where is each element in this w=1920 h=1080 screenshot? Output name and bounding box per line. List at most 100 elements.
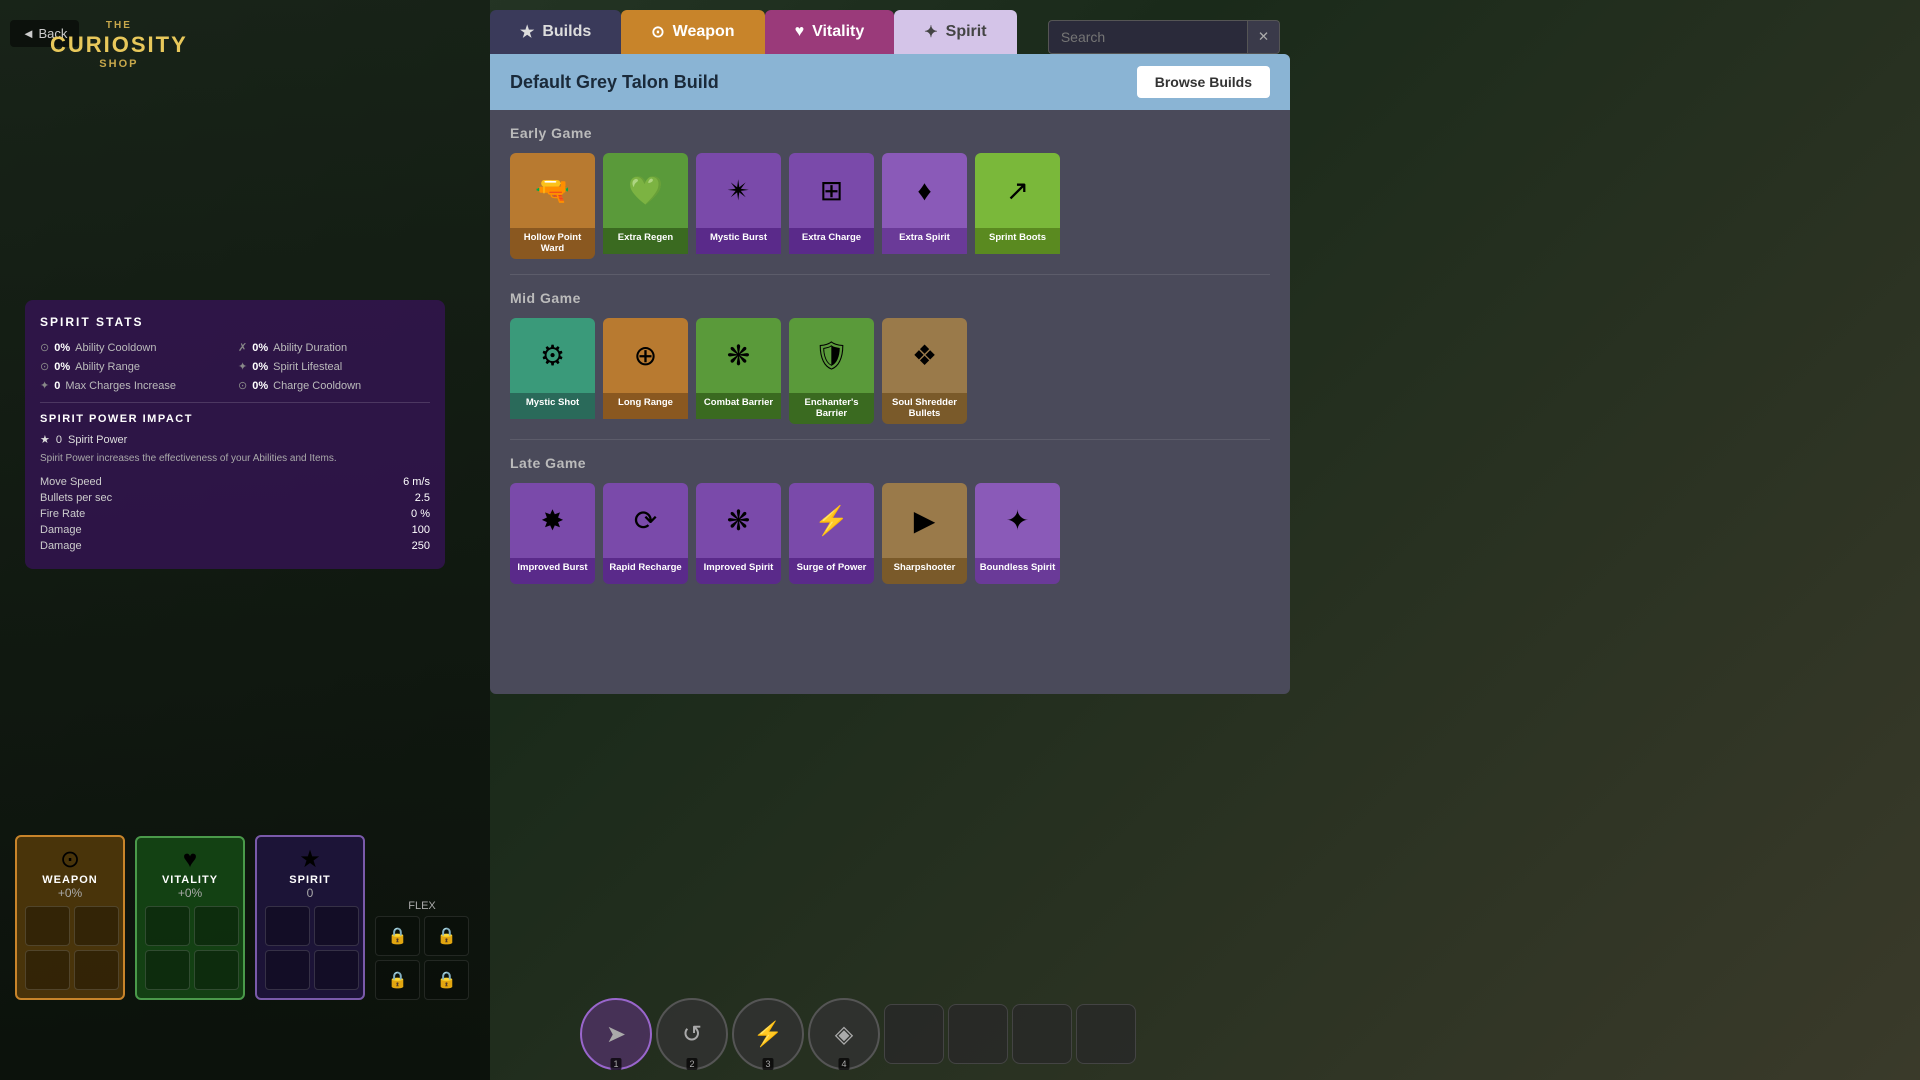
spirit-tab-icon: ✦	[924, 22, 937, 42]
item-long-range[interactable]: ⊕ Long Range	[603, 318, 688, 424]
sharpshooter-name: Sharpshooter	[882, 558, 967, 584]
item-sprint-boots[interactable]: ↗ Sprint Boots	[975, 153, 1060, 259]
vitality-stat-val: +0%	[145, 886, 235, 900]
hollow-point-ward-name: Hollow Point Ward	[510, 228, 595, 259]
soul-shredder-icon: ❖	[882, 318, 967, 393]
item-rapid-recharge[interactable]: ⟳ Rapid Recharge	[603, 483, 688, 584]
vitality-slot-1	[145, 906, 190, 946]
ability-slot-empty-4	[1076, 1004, 1136, 1064]
vitality-stat-box[interactable]: ♥ VITALITY +0%	[135, 836, 245, 1000]
item-soul-shredder[interactable]: ❖ Soul Shredder Bullets	[882, 318, 967, 424]
spirit-power-icon: ★	[40, 433, 50, 446]
search-input[interactable]	[1048, 20, 1248, 54]
flex-section: FLEX 🔒 🔒 🔒 🔒	[375, 892, 469, 1000]
improved-burst-name: Improved Burst	[510, 558, 595, 584]
shop-logo: THE CURIOSITY SHOP	[50, 20, 188, 72]
stats-grid: ⊙ 0% Ability Cooldown ✗ 0% Ability Durat…	[40, 341, 430, 392]
spirit-slot-3	[265, 950, 310, 990]
item-extra-spirit[interactable]: ♦ Extra Spirit	[882, 153, 967, 259]
weapon-slot-2	[74, 906, 119, 946]
spirit-power-item: ★ 0 Spirit Power	[40, 433, 430, 446]
tab-vitality[interactable]: ♥ Vitality	[765, 10, 895, 54]
flex-slot-2: 🔒	[424, 916, 469, 956]
item-extra-regen[interactable]: 💚 Extra Regen	[603, 153, 688, 259]
item-extra-charge[interactable]: ⊞ Extra Charge	[789, 153, 874, 259]
spirit-power-title: SPIRIT POWER IMPACT	[40, 413, 430, 425]
item-surge-of-power[interactable]: ⚡ Surge of Power	[789, 483, 874, 584]
tab-spirit[interactable]: ✦ Spirit	[894, 10, 1016, 54]
long-range-name: Long Range	[603, 393, 688, 419]
ability-slot-4[interactable]: ◈ 4	[808, 998, 880, 1070]
max-charges-icon: ✦	[40, 379, 49, 392]
weapon-stat-box[interactable]: ⊙ WEAPON +0%	[15, 835, 125, 1000]
tab-builds[interactable]: ★ Builds	[490, 10, 621, 54]
boundless-spirit-name: Boundless Spirit	[975, 558, 1060, 584]
ability-slot-3[interactable]: ⚡ 3	[732, 998, 804, 1070]
item-improved-spirit[interactable]: ❋ Improved Spirit	[696, 483, 781, 584]
ability-slot-empty-3	[1012, 1004, 1072, 1064]
vitality-slot-4	[194, 950, 239, 990]
item-boundless-spirit[interactable]: ✦ Boundless Spirit	[975, 483, 1060, 584]
builds-tab-icon: ★	[520, 22, 534, 42]
ability-2-icon: ↺	[682, 1020, 702, 1049]
late-game-items: ✸ Improved Burst ⟳ Rapid Recharge ❋ Impr…	[510, 483, 1270, 584]
build-title: Default Grey Talon Build	[510, 72, 719, 93]
damage2-label: Damage	[40, 540, 82, 552]
item-improved-burst[interactable]: ✸ Improved Burst	[510, 483, 595, 584]
browse-builds-button[interactable]: Browse Builds	[1137, 66, 1270, 98]
extra-spirit-icon: ♦	[882, 153, 967, 228]
spirit-power-value: 0	[56, 434, 62, 446]
combat-barrier-name: Combat Barrier	[696, 393, 781, 419]
weapon-stat-name: WEAPON	[25, 874, 115, 886]
search-close-button[interactable]: ✕	[1248, 20, 1280, 54]
item-mystic-burst[interactable]: ✴ Mystic Burst	[696, 153, 781, 259]
ability-slot-2[interactable]: ↺ 2	[656, 998, 728, 1070]
ability-range-icon: ⊙	[40, 360, 49, 373]
mystic-burst-name: Mystic Burst	[696, 228, 781, 254]
ability-slot-1[interactable]: ➤ 1	[580, 998, 652, 1070]
item-combat-barrier[interactable]: ❋ Combat Barrier	[696, 318, 781, 424]
character-panel: ◄ Back THE CURIOSITY SHOP SPIRIT STATS ⊙…	[0, 0, 490, 1080]
fire-rate-label: Fire Rate	[40, 508, 85, 520]
vitality-icon: ♥	[145, 846, 235, 874]
flex-label: FLEX	[375, 900, 469, 912]
extra-regen-name: Extra Regen	[603, 228, 688, 254]
ability-slot-empty-1	[884, 1004, 944, 1064]
item-hollow-point-ward[interactable]: 🔫 Hollow Point Ward	[510, 153, 595, 259]
spirit-stat-val: 0	[265, 886, 355, 900]
early-game-section: Early Game 🔫 Hollow Point Ward 💚 Extra R…	[490, 110, 1290, 274]
builds-tab-label: Builds	[542, 23, 591, 41]
bullets-value: 2.5	[415, 492, 430, 504]
flex-slot-3: 🔒	[375, 960, 420, 1000]
stat-ability-cooldown: ⊙ 0% Ability Cooldown	[40, 341, 232, 354]
rapid-recharge-icon: ⟳	[603, 483, 688, 558]
charge-cooldown-icon: ⊙	[238, 379, 247, 392]
spirit-stats-title: SPIRIT STATS	[40, 315, 430, 329]
hollow-point-ward-icon: 🔫	[510, 153, 595, 228]
ability-duration-icon: ✗	[238, 341, 247, 354]
move-speed-label: Move Speed	[40, 476, 102, 488]
item-sharpshooter[interactable]: ▶ Sharpshooter	[882, 483, 967, 584]
mystic-shot-name: Mystic Shot	[510, 393, 595, 419]
improved-burst-icon: ✸	[510, 483, 595, 558]
extra-charge-name: Extra Charge	[789, 228, 874, 254]
main-panel: ★ Builds ⊙ Weapon ♥ Vitality ✦ Spirit ✕ …	[490, 10, 1290, 710]
spirit-slot-2	[314, 906, 359, 946]
stat-spirit-lifesteal: ✦ 0% Spirit Lifesteal	[238, 360, 430, 373]
spirit-slots	[265, 906, 355, 990]
vitality-slots	[145, 906, 235, 990]
vitality-slot-3	[145, 950, 190, 990]
spirit-power-section: SPIRIT POWER IMPACT ★ 0 Spirit Power Spi…	[40, 402, 430, 554]
extra-charge-icon: ⊞	[789, 153, 874, 228]
damage2-value: 250	[412, 540, 430, 552]
item-mystic-shot[interactable]: ⚙ Mystic Shot	[510, 318, 595, 424]
shop-logo-the: THE	[50, 20, 188, 32]
soul-shredder-name: Soul Shredder Bullets	[882, 393, 967, 424]
tab-weapon[interactable]: ⊙ Weapon	[621, 10, 764, 54]
spirit-stats-panel: SPIRIT STATS ⊙ 0% Ability Cooldown ✗ 0% …	[25, 300, 445, 569]
rapid-recharge-name: Rapid Recharge	[603, 558, 688, 584]
character-stats-row: ⊙ WEAPON +0% ♥ VITALITY +0% ★ SPIRIT	[15, 835, 469, 1000]
item-enchanters-barrier[interactable]: 🛡 Enchanter's Barrier	[789, 318, 874, 424]
spirit-stat-box[interactable]: ★ SPIRIT 0	[255, 835, 365, 1000]
stat-max-charges: ✦ 0 Max Charges Increase	[40, 379, 232, 392]
